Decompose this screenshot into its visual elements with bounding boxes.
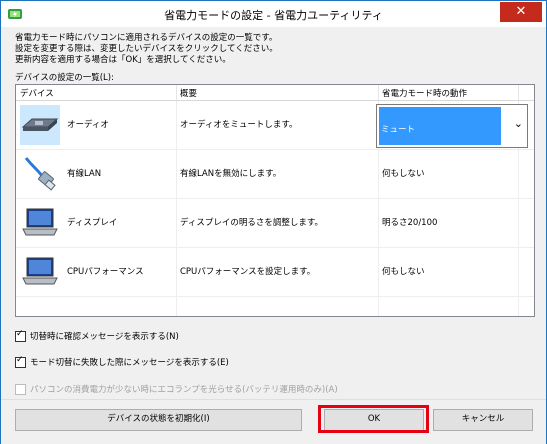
description-line: 省電力モード時にパソコンに適用されるデバイスの設定の一覧です。 <box>15 33 278 43</box>
audio-card-icon <box>20 105 60 145</box>
reset-device-button[interactable]: デバイスの状態を初期化(I) <box>15 409 302 431</box>
device-list-label: デバイスの設定の一覧(L): <box>15 73 114 83</box>
eco-lamp-option: パソコンの消費電力が少ない時にエコランプを光らせる(バッテリ運用時のみ)(A) <box>15 383 338 395</box>
fail-message-label[interactable]: モード切替に失敗した際にメッセージを表示する(E) <box>30 358 229 368</box>
device-name: CPUパフォーマンス <box>67 267 144 277</box>
confirm-message-checkbox[interactable] <box>15 329 26 342</box>
action-select[interactable]: ミュート ⌄ <box>376 104 528 148</box>
ok-highlight-box <box>318 405 429 433</box>
device-summary: ディスプレイの明るさを調整します。 <box>180 218 324 228</box>
device-action[interactable]: 明るさ20/100 <box>382 216 437 228</box>
list-item-display[interactable]: ディスプレイ ディスプレイの明るさを調整します。 明るさ20/100 <box>16 199 534 248</box>
confirm-message-option[interactable]: 切替時に確認メッセージを表示する(N) <box>15 329 179 342</box>
column-header-action[interactable]: 省電力モード時の動作 <box>382 87 467 99</box>
column-header-summary[interactable]: 概要 <box>180 87 197 99</box>
device-summary: CPUパフォーマンスを設定します。 <box>180 267 316 277</box>
list-item-cpu[interactable]: CPUパフォーマンス CPUパフォーマンスを設定します。 何もしない <box>16 248 534 297</box>
device-summary: 有線LANを無効にします。 <box>180 169 282 179</box>
device-list[interactable]: デバイス 概要 省電力モード時の動作 オーディオ オーディオをミュートします。 … <box>15 84 535 317</box>
fail-message-option[interactable]: モード切替に失敗した際にメッセージを表示する(E) <box>15 355 229 368</box>
device-name: ディスプレイ <box>67 218 118 228</box>
lan-cable-icon <box>24 157 56 191</box>
laptop-display-icon <box>22 208 58 236</box>
cancel-button[interactable]: キャンセル <box>433 409 533 431</box>
column-divider[interactable] <box>378 85 379 100</box>
fail-message-checkbox[interactable] <box>15 355 26 368</box>
action-select-value[interactable]: ミュート <box>379 107 501 145</box>
eco-lamp-label: パソコンの消費電力が少ない時にエコランプを光らせる(バッテリ運用時のみ)(A) <box>30 385 338 395</box>
laptop-cpu-icon <box>22 257 58 285</box>
close-button[interactable]: ✕ <box>500 2 542 22</box>
list-item-audio[interactable]: オーディオ オーディオをミュートします。 ミュート ⌄ <box>16 101 534 150</box>
device-name: 有線LAN <box>67 169 102 179</box>
device-summary: オーディオをミュートします。 <box>180 120 298 130</box>
list-item-lan[interactable]: 有線LAN 有線LANを無効にします。 何もしない <box>16 150 534 199</box>
chevron-down-icon[interactable]: ⌄ <box>514 117 523 130</box>
description-line: 設定を変更する際は、変更したいデバイスをクリックしてください。 <box>15 44 278 54</box>
title-bar: 省電力モードの設定 - 省電力ユーティリティ ✕ <box>1 1 546 27</box>
confirm-message-label[interactable]: 切替時に確認メッセージを表示する(N) <box>30 332 179 342</box>
device-action[interactable]: 何もしない <box>382 167 425 179</box>
dialog-window: 省電力モードの設定 - 省電力ユーティリティ ✕ 省電力モード時にパソコンに適用… <box>0 0 547 444</box>
eco-lamp-checkbox <box>15 384 26 395</box>
description-line: 更新内容を適用する場合は「OK」を選択してください。 <box>15 55 231 65</box>
column-header-device[interactable]: デバイス <box>20 87 54 99</box>
window-title: 省電力モードの設定 - 省電力ユーティリティ <box>164 9 383 22</box>
device-action[interactable]: 何もしない <box>382 265 425 277</box>
description-text: 省電力モード時にパソコンに適用されるデバイスの設定の一覧です。 設定を変更する際… <box>15 33 278 66</box>
column-divider[interactable] <box>176 85 177 100</box>
column-divider[interactable] <box>518 85 519 100</box>
device-name: オーディオ <box>67 120 109 130</box>
list-header: デバイス 概要 省電力モード時の動作 <box>16 85 534 101</box>
action-value: ミュート <box>381 125 416 135</box>
